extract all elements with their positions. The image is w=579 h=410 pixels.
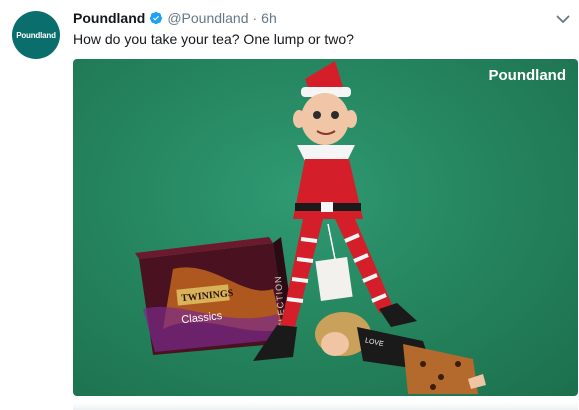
avatar-label: Poundland bbox=[16, 30, 56, 40]
next-content-edge bbox=[73, 402, 578, 410]
photo-watermark: Poundland bbox=[488, 67, 567, 84]
tweet: Poundland Poundland @Poundland · 6h How … bbox=[0, 0, 579, 410]
avatar[interactable]: Poundland bbox=[12, 11, 60, 59]
separator-dot: · bbox=[252, 10, 258, 26]
tweet-header: Poundland @Poundland · 6h bbox=[73, 10, 277, 26]
author-handle[interactable]: @Poundland bbox=[167, 10, 248, 26]
timestamp[interactable]: 6h bbox=[261, 10, 277, 26]
verified-badge-icon bbox=[150, 11, 163, 25]
tweet-text: How do you take your tea? One lump or tw… bbox=[73, 31, 354, 47]
photo-scene: TWININGS Classics SELECTION LOVE bbox=[135, 61, 486, 394]
chevron-down-icon[interactable] bbox=[555, 11, 571, 27]
tweet-photo[interactable]: TWININGS Classics SELECTION LOVE Poundla… bbox=[73, 59, 578, 396]
author-name[interactable]: Poundland bbox=[73, 10, 145, 26]
